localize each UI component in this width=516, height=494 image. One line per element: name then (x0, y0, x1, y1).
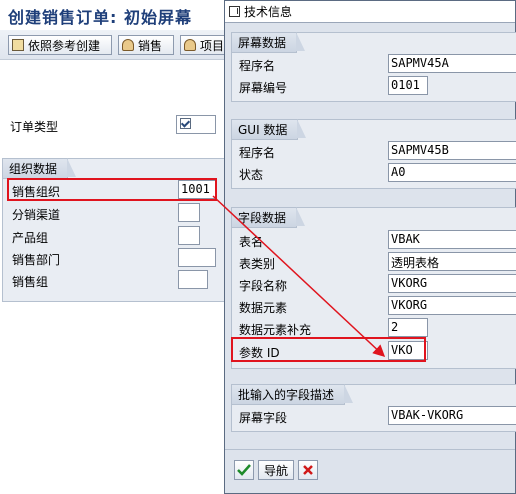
gui-status-label: 状态 (239, 168, 264, 182)
dist-channel-label: 分销渠道 (12, 208, 61, 222)
gui-status-field[interactable]: A0 (388, 163, 516, 182)
item-overview-button-label: 项目 (200, 38, 225, 53)
field-name-label: 字段名称 (239, 279, 288, 293)
checkmark-icon (237, 464, 251, 476)
gui-data-group-title: GUI 数据 (232, 119, 307, 140)
technical-info-dialog: 技术信息 屏幕数据 程序名 SAPMV45A 屏幕编号 0101 GUI 数据 … (224, 0, 516, 494)
copy-document-icon (12, 39, 24, 51)
screen-number-label: 屏幕编号 (239, 81, 288, 95)
gui-program-field[interactable]: SAPMV45B (388, 141, 516, 160)
division-label: 产品组 (12, 231, 49, 245)
gui-data-group: GUI 数据 程序名 SAPMV45B 状态 A0 (231, 119, 516, 189)
cancel-button[interactable] (298, 460, 318, 480)
person-icon (184, 39, 196, 51)
order-type-field[interactable] (176, 115, 216, 134)
person-icon (122, 39, 134, 51)
sales-group-field[interactable] (178, 270, 208, 289)
create-with-reference-label: 依照参考创建 (28, 38, 101, 53)
screen-field-field[interactable]: VBAK-VKORG (388, 406, 516, 425)
screen-number-field[interactable]: 0101 (388, 76, 428, 95)
checkbox-icon (180, 118, 191, 129)
data-element-suppl-label: 数据元素补充 (239, 323, 312, 337)
screen-program-label: 程序名 (239, 59, 276, 73)
sales-office-label: 销售部门 (12, 253, 61, 267)
navigate-button[interactable]: 导航 (258, 460, 294, 480)
division-field[interactable] (178, 226, 200, 245)
item-overview-button[interactable]: 项目 (180, 35, 228, 55)
table-type-label: 表类别 (239, 257, 276, 271)
gui-program-label: 程序名 (239, 146, 276, 160)
order-type-label: 订单类型 (10, 120, 59, 134)
batch-input-group-title: 批输入的字段描述 (232, 384, 354, 405)
close-icon (303, 465, 313, 475)
sales-office-field[interactable] (178, 248, 216, 267)
screen-field-label: 屏幕字段 (239, 411, 288, 425)
highlight-parameter-id (231, 337, 426, 362)
screen-data-group: 屏幕数据 程序名 SAPMV45A 屏幕编号 0101 (231, 32, 516, 102)
data-element-suppl-field[interactable]: 2 (388, 318, 428, 337)
field-data-group-title: 字段数据 (232, 207, 306, 228)
table-name-label: 表名 (239, 235, 264, 249)
table-name-field[interactable]: VBAK (388, 230, 516, 249)
window-icon (229, 6, 240, 17)
screen-program-field[interactable]: SAPMV45A (388, 54, 516, 73)
field-name-field[interactable]: VKORG (388, 274, 516, 293)
sales-button[interactable]: 销售 (118, 35, 174, 55)
dialog-title: 技术信息 (244, 5, 293, 19)
data-element-field[interactable]: VKORG (388, 296, 516, 315)
create-with-reference-button[interactable]: 依照参考创建 (8, 35, 112, 55)
confirm-button[interactable] (234, 460, 254, 480)
dialog-title-bar: 技术信息 (225, 1, 515, 23)
org-data-group-title: 组织数据 (3, 158, 77, 179)
table-type-field[interactable]: 透明表格 (388, 252, 516, 271)
data-element-label: 数据元素 (239, 301, 288, 315)
highlight-sales-org (7, 178, 217, 201)
batch-input-group: 批输入的字段描述 屏幕字段 VBAK-VKORG (231, 384, 516, 432)
dist-channel-field[interactable] (178, 203, 200, 222)
sales-group-label: 销售组 (12, 275, 49, 289)
screen-data-group-title: 屏幕数据 (232, 32, 306, 53)
dialog-footer: 导航 (225, 449, 515, 493)
sales-button-label: 销售 (138, 38, 163, 53)
